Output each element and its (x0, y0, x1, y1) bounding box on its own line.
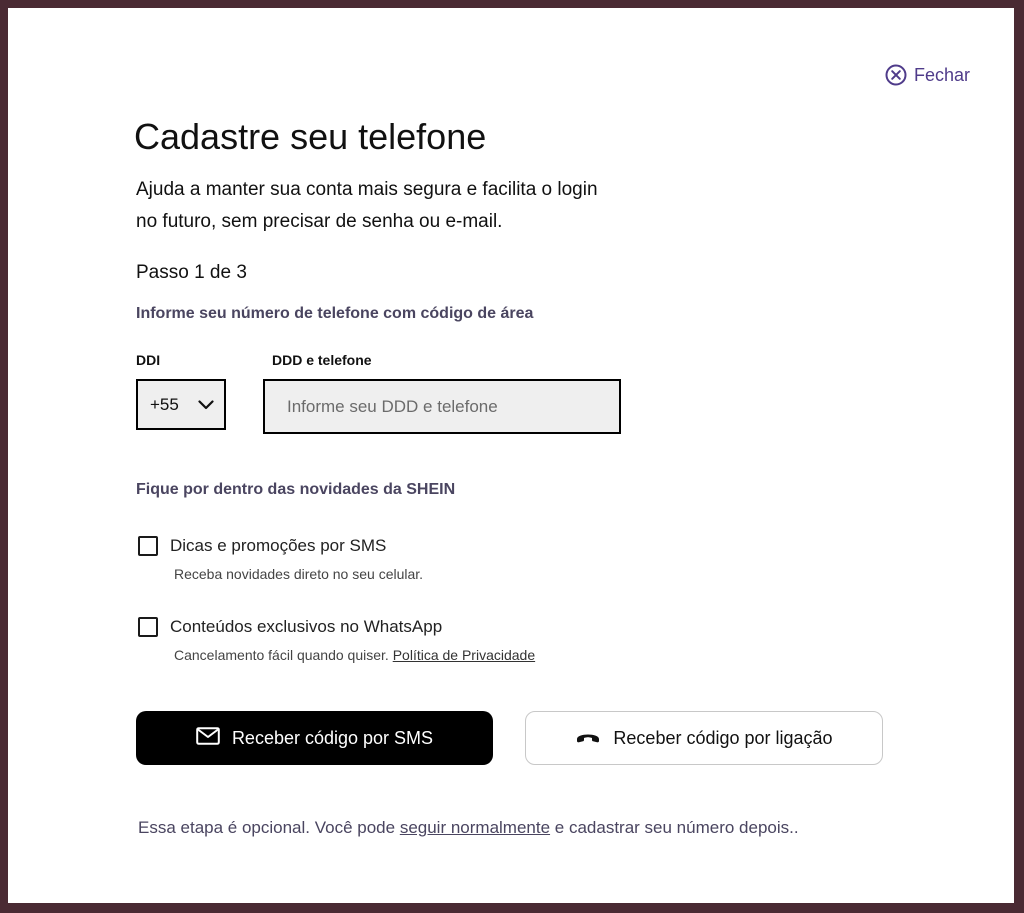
continue-normally-link[interactable]: seguir normalmente (400, 818, 550, 837)
step-indicator: Passo 1 de 3 (136, 262, 247, 283)
page-title: Cadastre seu telefone (134, 116, 487, 157)
phone-label: DDD e telefone (272, 352, 372, 368)
close-label: Fechar (913, 64, 970, 85)
ddi-label: DDI (136, 352, 161, 368)
sms-button-label: Receber código por SMS (231, 727, 434, 748)
receive-sms-code-button[interactable]: Receber código por SMS (136, 711, 493, 765)
whatsapp-option-label[interactable]: Conteúdos exclusivos no WhatsApp (170, 617, 442, 637)
close-circle-icon (885, 64, 907, 86)
envelope-icon (196, 726, 220, 750)
receive-call-code-button[interactable]: Receber código por ligação (525, 711, 883, 765)
phone-input[interactable] (263, 379, 621, 434)
ddi-value: +55 (150, 394, 179, 414)
footer-text-before: Essa etapa é opcional. Você pode (138, 818, 400, 837)
phone-icon (575, 728, 601, 749)
optional-step-note: Essa etapa é opcional. Você pode seguir … (138, 814, 858, 842)
whatsapp-option-description: Cancelamento fácil quando quiser. Políti… (174, 647, 535, 663)
privacy-policy-link[interactable]: Política de Privacidade (393, 647, 535, 663)
sms-option-description: Receba novidades direto no seu celular. (174, 566, 424, 582)
whatsapp-description-text: Cancelamento fácil quando quiser. (174, 647, 389, 663)
whatsapp-option: Conteúdos exclusivos no WhatsApp Cancela… (138, 617, 535, 663)
chevron-down-icon (198, 395, 214, 415)
sms-checkbox[interactable] (138, 536, 158, 556)
page-subtitle: Ajuda a manter sua conta mais segura e f… (136, 179, 598, 232)
phone-registration-modal: Fechar Cadastre seu telefone Ajuda a man… (8, 8, 1014, 903)
newsletter-heading: Fique por dentro das novidades da SHEIN (136, 481, 456, 498)
ddi-select[interactable]: +55 (136, 379, 226, 430)
phone-instruction: Informe seu número de telefone com códig… (136, 305, 534, 322)
whatsapp-checkbox[interactable] (138, 617, 158, 637)
call-button-label: Receber código por ligação (613, 727, 833, 748)
sms-option: Dicas e promoções por SMS Receba novidad… (138, 536, 423, 582)
footer-text-after: e cadastrar seu número depois.. (550, 818, 799, 837)
close-button[interactable]: Fechar (885, 64, 970, 86)
sms-option-label[interactable]: Dicas e promoções por SMS (170, 536, 386, 556)
